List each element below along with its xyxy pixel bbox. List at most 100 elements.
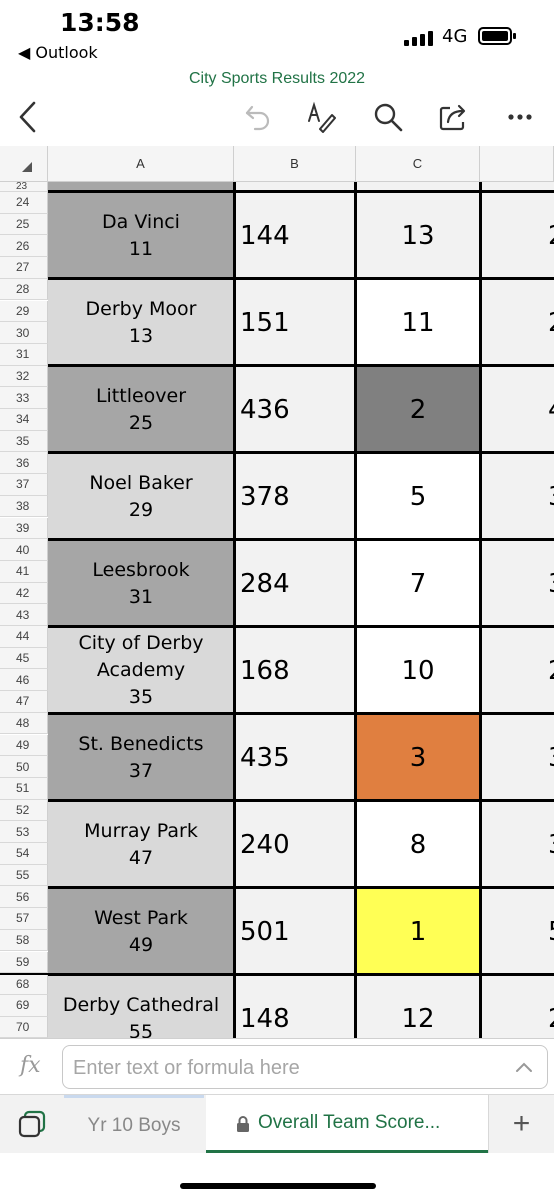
score-cell[interactable]: 284	[234, 540, 356, 627]
row-header[interactable]: 54	[0, 843, 48, 865]
school-name-cell[interactable]: Leesbrook 31	[48, 540, 234, 627]
tab-yr-10-boys[interactable]: Yr 10 Boys	[64, 1095, 204, 1153]
row-header[interactable]: 57	[0, 908, 48, 930]
column-d-cell[interactable]: 2	[480, 627, 554, 714]
rank-cell[interactable]: 1	[356, 888, 480, 975]
score-cell[interactable]: 435	[234, 714, 356, 801]
row-header[interactable]: 37	[0, 474, 48, 496]
row-header[interactable]: 24	[0, 192, 48, 214]
column-header-c[interactable]: C	[356, 146, 480, 182]
function-icon[interactable]: fx	[20, 1053, 41, 1078]
row-header[interactable]: 56	[0, 886, 48, 909]
row-header[interactable]: 50	[0, 756, 48, 778]
row-header[interactable]: 41	[0, 560, 48, 583]
chevron-up-icon[interactable]	[515, 1061, 533, 1073]
row-header[interactable]: 46	[0, 669, 48, 692]
column-d-cell[interactable]: 3	[480, 714, 554, 801]
column-header-b[interactable]: B	[234, 146, 356, 182]
spreadsheet-grid[interactable]: A B C 23 24 25 26 27 28 29 30 31 32 33 34 35 36 37 38 39…	[0, 146, 554, 1038]
row-header[interactable]: 32	[0, 365, 48, 388]
rank-cell[interactable]: 13	[356, 192, 480, 279]
back-chevron-icon[interactable]	[6, 94, 50, 140]
score-cell[interactable]: 148	[234, 975, 356, 1038]
rank-cell[interactable]: 10	[356, 627, 480, 714]
school-name-cell[interactable]: City of Derby Academy 35	[48, 627, 234, 714]
row-header[interactable]: 49	[0, 734, 48, 757]
school-name-cell[interactable]: Derby Moor 13	[48, 279, 234, 366]
row-header[interactable]: 40	[0, 539, 48, 561]
rank-cell[interactable]: 8	[356, 801, 480, 888]
column-d-cell[interactable]: 2	[480, 192, 554, 279]
row-header[interactable]: 58	[0, 929, 48, 952]
row-header[interactable]: 45	[0, 647, 48, 670]
row-header[interactable]: 35	[0, 430, 48, 453]
search-icon[interactable]	[366, 94, 410, 140]
tab-overall-team-score[interactable]: Overall Team Score...	[206, 1095, 488, 1153]
school-name-cell[interactable]: Noel Baker 29	[48, 453, 234, 540]
row-header[interactable]: 70	[0, 1016, 48, 1038]
row-header[interactable]: 51	[0, 777, 48, 800]
row-header[interactable]: 34	[0, 409, 48, 431]
row-header[interactable]: 43	[0, 604, 48, 626]
score-cell[interactable]: 151	[234, 279, 356, 366]
row-header[interactable]: 48	[0, 712, 48, 735]
row-header[interactable]: 69	[0, 994, 48, 1017]
school-name-cell[interactable]: Murray Park 47	[48, 801, 234, 888]
row-header[interactable]: 38	[0, 495, 48, 518]
rank-cell[interactable]: 5	[356, 453, 480, 540]
score-cell[interactable]: 436	[234, 366, 356, 453]
row-header[interactable]: 47	[0, 691, 48, 713]
rank-cell[interactable]: 3	[356, 714, 480, 801]
row-header[interactable]: 59	[0, 951, 48, 974]
row-header[interactable]: 39	[0, 517, 48, 540]
formula-input[interactable]: Enter text or formula here	[62, 1045, 548, 1089]
row-header[interactable]: 29	[0, 300, 48, 323]
add-sheet-button[interactable]: +	[488, 1095, 554, 1153]
more-icon[interactable]	[498, 94, 542, 140]
row-header[interactable]: 68	[0, 973, 48, 995]
score-cell[interactable]: 240	[234, 801, 356, 888]
score-cell[interactable]: 168	[234, 627, 356, 714]
column-header-a[interactable]: A	[48, 146, 234, 182]
row-header[interactable]: 28	[0, 278, 48, 301]
score-cell[interactable]: 501	[234, 888, 356, 975]
school-name-cell[interactable]: Da Vinci 11	[48, 192, 234, 279]
row-header[interactable]: 53	[0, 821, 48, 843]
row-header[interactable]: 25	[0, 213, 48, 236]
row-header[interactable]: 42	[0, 582, 48, 605]
row-header[interactable]: 30	[0, 322, 48, 344]
row-header[interactable]: 52	[0, 799, 48, 822]
row-header[interactable]: 23	[0, 182, 48, 192]
sheets-overview-icon[interactable]	[0, 1095, 64, 1153]
column-d-cell[interactable]: 3	[480, 453, 554, 540]
column-d-cell[interactable]: 2	[480, 279, 554, 366]
rank-cell[interactable]: 12	[356, 975, 480, 1038]
school-name-cell[interactable]: Littleover 25	[48, 366, 234, 453]
school-name-cell[interactable]: St. Benedicts 37	[48, 714, 234, 801]
school-name-cell[interactable]: Derby Cathedral 55	[48, 975, 234, 1038]
row-header[interactable]: 27	[0, 257, 48, 279]
school-name-cell[interactable]: West Park 49	[48, 888, 234, 975]
rank-cell[interactable]: 11	[356, 279, 480, 366]
column-d-cell[interactable]: 4	[480, 366, 554, 453]
column-d-cell[interactable]: 2	[480, 975, 554, 1038]
row-header[interactable]: 33	[0, 387, 48, 409]
rank-cell[interactable]: 7	[356, 540, 480, 627]
undo-icon[interactable]	[236, 94, 280, 140]
back-to-outlook-link[interactable]: ◀ Outlook	[18, 43, 98, 62]
row-header[interactable]: 36	[0, 452, 48, 475]
row-header[interactable]: 55	[0, 864, 48, 887]
row-header[interactable]: 31	[0, 343, 48, 366]
score-cell[interactable]: 144	[234, 192, 356, 279]
share-icon[interactable]	[432, 94, 476, 140]
column-d-cell[interactable]: 5	[480, 888, 554, 975]
pen-icon[interactable]	[300, 94, 344, 140]
column-d-cell[interactable]: 3	[480, 801, 554, 888]
score-cell[interactable]: 378	[234, 453, 356, 540]
column-header-d[interactable]	[480, 146, 554, 182]
column-d-cell[interactable]: 3	[480, 540, 554, 627]
select-all-corner[interactable]	[0, 146, 48, 182]
row-header[interactable]: 26	[0, 235, 48, 258]
rank-cell[interactable]: 2	[356, 366, 480, 453]
row-header[interactable]: 44	[0, 626, 48, 648]
